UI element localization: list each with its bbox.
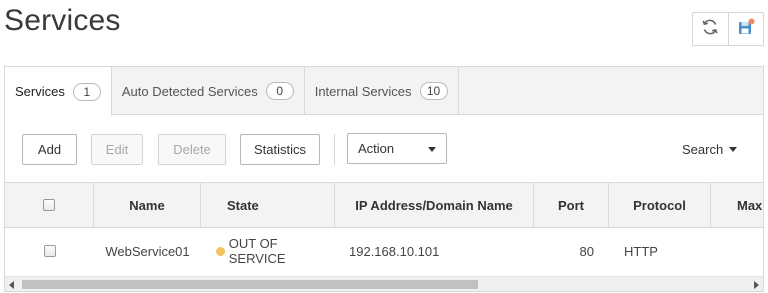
tab-label: Internal Services bbox=[314, 83, 412, 99]
service-name: WebService01 bbox=[105, 243, 190, 259]
chevron-down-icon bbox=[729, 147, 738, 152]
action-dropdown[interactable]: Action bbox=[347, 133, 447, 164]
search-dropdown[interactable]: Search bbox=[682, 142, 738, 157]
page-title: Services bbox=[4, 4, 121, 37]
services-table: Name State IP Address/Domain Name Port P… bbox=[5, 182, 763, 276]
save-config-button[interactable] bbox=[727, 13, 764, 45]
scrollbar-thumb[interactable] bbox=[22, 280, 478, 289]
service-max bbox=[711, 228, 763, 274]
statistics-button[interactable]: Statistics bbox=[240, 134, 320, 165]
service-state-label: OUT OF SERVICE bbox=[228, 236, 286, 266]
tab-count-badge: 0 bbox=[265, 82, 294, 100]
search-label: Search bbox=[682, 142, 724, 157]
tab-internal-services[interactable]: Internal Services 10 bbox=[305, 67, 459, 115]
top-actions bbox=[692, 12, 764, 46]
tab-label: Auto Detected Services bbox=[121, 83, 258, 99]
select-all-cell bbox=[5, 183, 94, 227]
table-header: Name State IP Address/Domain Name Port P… bbox=[5, 182, 763, 228]
column-header-protocol[interactable]: Protocol bbox=[609, 183, 711, 227]
column-header-max[interactable]: Max bbox=[711, 183, 763, 227]
horizontal-scrollbar[interactable] bbox=[5, 276, 763, 291]
status-dot-icon bbox=[216, 246, 225, 256]
delete-button[interactable]: Delete bbox=[158, 134, 226, 165]
row-select-cell bbox=[5, 228, 94, 274]
table-row[interactable]: WebService01 OUT OF SERVICE 192.168.10.1… bbox=[5, 228, 763, 274]
tab-services[interactable]: Services 1 bbox=[5, 67, 112, 116]
column-header-state[interactable]: State bbox=[201, 183, 335, 227]
column-header-port[interactable]: Port bbox=[534, 183, 609, 227]
service-protocol: HTTP bbox=[624, 243, 658, 259]
tab-count-badge: 10 bbox=[419, 82, 448, 100]
service-port: 80 bbox=[579, 243, 594, 259]
service-state: OUT OF SERVICE bbox=[201, 228, 335, 274]
edit-button[interactable]: Edit bbox=[91, 134, 143, 165]
column-header-ip-address[interactable]: IP Address/Domain Name bbox=[335, 183, 534, 227]
column-header-name[interactable]: Name bbox=[94, 183, 201, 227]
row-checkbox[interactable] bbox=[43, 245, 56, 257]
service-ip-address: 192.168.10.101 bbox=[349, 243, 440, 259]
select-all-checkbox[interactable] bbox=[43, 199, 55, 211]
services-panel: Services 1 Auto Detected Services 0 Inte… bbox=[4, 66, 764, 292]
refresh-button[interactable] bbox=[693, 13, 728, 45]
tab-bar: Services 1 Auto Detected Services 0 Inte… bbox=[5, 67, 763, 116]
tab-count-badge: 1 bbox=[72, 82, 101, 101]
toolbar-divider bbox=[334, 134, 335, 165]
tab-auto-detected-services[interactable]: Auto Detected Services 0 bbox=[112, 67, 305, 115]
add-button[interactable]: Add bbox=[22, 134, 77, 165]
scroll-right-icon[interactable] bbox=[754, 281, 759, 289]
chevron-down-icon bbox=[428, 147, 436, 152]
scroll-left-icon[interactable] bbox=[9, 281, 14, 289]
action-dropdown-label: Action bbox=[358, 141, 395, 156]
save-icon bbox=[736, 17, 756, 42]
toolbar: Add Edit Delete Statistics Action Search bbox=[5, 116, 763, 182]
tab-label: Services bbox=[15, 84, 65, 99]
refresh-icon bbox=[700, 17, 720, 42]
